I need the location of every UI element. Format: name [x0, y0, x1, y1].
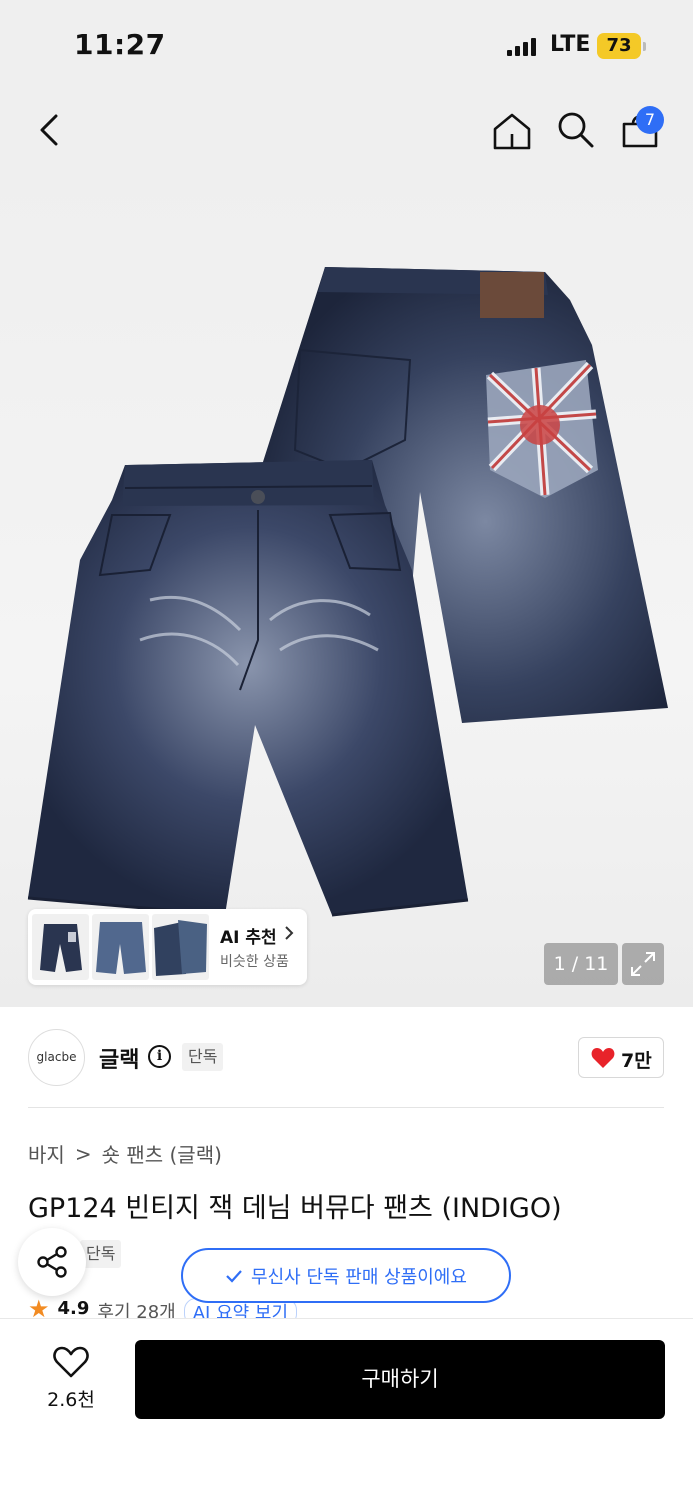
ai-thumbnail[interactable] [32, 914, 89, 980]
status-time: 11:27 [74, 28, 166, 61]
review-count[interactable]: 후기 28개 [97, 1298, 175, 1320]
image-pager: 1 / 11 [544, 943, 618, 985]
product-image-gallery[interactable] [0, 170, 693, 1007]
wish-count: 2.6천 [47, 1389, 95, 1411]
home-icon[interactable] [491, 110, 533, 152]
back-arrow-icon[interactable] [36, 112, 64, 148]
ai-recommend-subtitle: 비슷한 상품 [220, 954, 289, 970]
exclusive-tag: 단독 [182, 1043, 224, 1071]
product-image [27, 267, 668, 917]
toast-message: 무신사 단독 판매 상품이에요 [251, 1266, 467, 1288]
ai-thumbnail[interactable] [152, 914, 209, 980]
cart-count-badge: 7 [636, 106, 664, 134]
product-title: GP124 빈티지 잭 데님 버뮤다 팬츠 (INDIGO) [28, 1193, 562, 1224]
star-icon: ★ [28, 1298, 50, 1320]
heart-outline-icon[interactable] [53, 1346, 89, 1378]
share-icon [37, 1246, 67, 1278]
status-bar: 11:27 LTE 73 [0, 0, 693, 90]
search-icon[interactable] [556, 110, 596, 150]
check-icon [226, 1269, 242, 1283]
expand-icon [631, 952, 655, 976]
network-label: LTE [550, 32, 591, 57]
info-icon[interactable]: i [148, 1045, 171, 1068]
brand-name[interactable]: 글랙 [99, 1042, 139, 1074]
rating-value: 4.9 [57, 1298, 90, 1319]
chevron-right-icon [285, 926, 294, 940]
ai-recommendation-card[interactable]: AI 추천 비슷한 상품 [28, 909, 307, 985]
ai-recommend-title: AI 추천 [220, 928, 277, 948]
battery-icon: 73 [597, 33, 641, 59]
exclusive-toast: 무신사 단독 판매 상품이에요 [181, 1248, 511, 1303]
share-button[interactable] [18, 1228, 86, 1296]
divider [28, 1107, 664, 1108]
breadcrumb: 바지 > 숏 팬츠 (글랙) [28, 1139, 222, 1168]
exclusive-tag: 단독 [80, 1240, 122, 1268]
breadcrumb-subcategory[interactable]: 숏 팬츠 (글랙) [102, 1139, 222, 1168]
brand-like-count: 7만 [621, 1050, 652, 1072]
signal-icon [507, 36, 536, 56]
battery-tip [643, 42, 646, 51]
brand-logo[interactable]: glacbe [28, 1029, 85, 1086]
brand-like-button[interactable]: 7만 [578, 1037, 664, 1078]
breadcrumb-separator: > [74, 1141, 92, 1166]
expand-button[interactable] [622, 943, 664, 985]
ai-thumbnail[interactable] [92, 914, 149, 980]
heart-filled-icon [591, 1048, 615, 1068]
buy-button[interactable]: 구매하기 [135, 1340, 665, 1419]
breadcrumb-category[interactable]: 바지 [28, 1139, 65, 1168]
